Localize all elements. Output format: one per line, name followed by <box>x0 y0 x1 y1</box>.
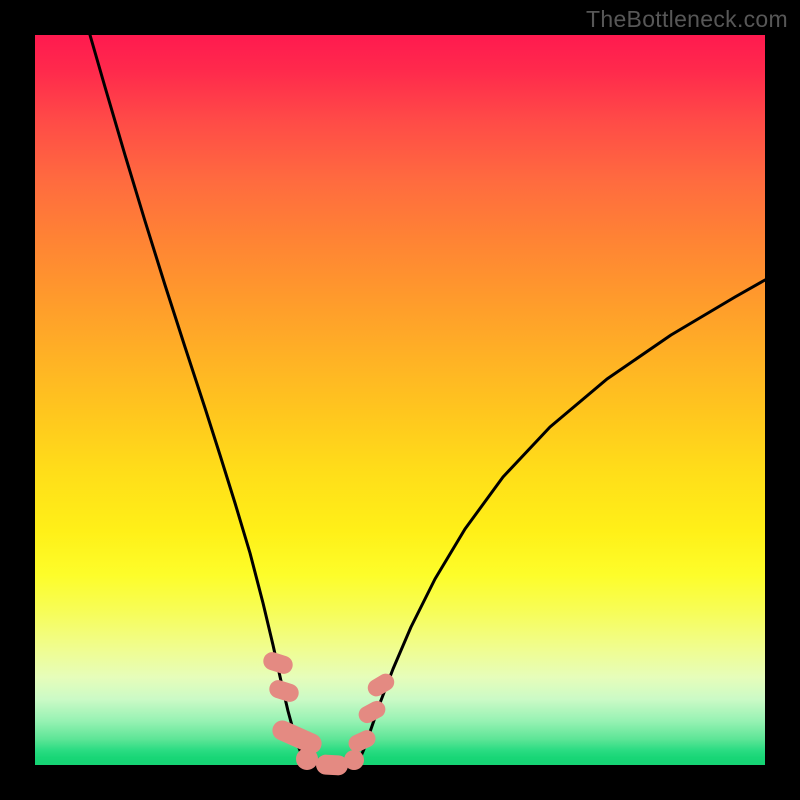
marker-pill <box>344 750 364 770</box>
plot-area <box>35 35 765 765</box>
series-layer <box>90 35 765 776</box>
marker-pill <box>315 754 348 776</box>
chart-svg <box>35 35 765 765</box>
marker-pill <box>365 671 398 700</box>
marker-pill <box>296 748 318 770</box>
marker-pill <box>261 650 295 676</box>
curve-right-branch <box>358 280 765 763</box>
marker-pill <box>269 717 325 756</box>
watermark-text: TheBottleneck.com <box>586 6 788 33</box>
marker-pill <box>267 678 301 704</box>
chart-frame: TheBottleneck.com <box>0 0 800 800</box>
